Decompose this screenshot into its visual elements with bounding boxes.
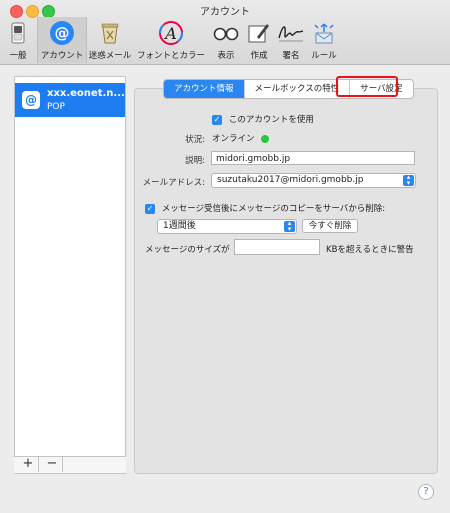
signature-icon bbox=[277, 19, 305, 47]
tab-account-info[interactable]: アカウント情報 bbox=[164, 80, 245, 98]
toolbar-signatures[interactable]: 署名 bbox=[276, 17, 306, 63]
toolbar-fonts-colors[interactable]: A フォントとカラー bbox=[137, 17, 205, 63]
toolbar-fonts-colors-label: フォントとカラー bbox=[137, 51, 206, 61]
toolbar-junk-mail[interactable]: 迷惑メール bbox=[88, 17, 132, 63]
tab-mailbox-behaviors[interactable]: メールボックスの特性 bbox=[245, 80, 351, 98]
compose-icon bbox=[245, 19, 273, 47]
window-title: アカウント bbox=[200, 7, 250, 18]
at-icon: @ bbox=[48, 19, 76, 47]
size-suffix-label: KBを超えるときに警告 bbox=[326, 245, 414, 255]
preferences-window: アカウント 一般 @ アカウント 迷惑メール A フォントとカラー 表示 作成 … bbox=[0, 0, 450, 513]
enable-account-checkbox[interactable]: ✓ bbox=[212, 114, 222, 125]
toolbar-accounts-label: アカウント bbox=[40, 51, 84, 61]
toolbar-composing-label: 作成 bbox=[250, 51, 268, 61]
tab-server-settings[interactable]: サーバ設定 bbox=[350, 80, 412, 98]
message-size-field[interactable] bbox=[234, 239, 320, 255]
email-address-value: suzutaku2017@midori.gmobb.jp bbox=[217, 175, 364, 185]
enable-account-row: ✓ このアカウントを使用 bbox=[212, 113, 314, 125]
account-list-buttons: + − bbox=[14, 456, 126, 473]
svg-text:A: A bbox=[163, 24, 177, 43]
title-bar: アカウント 一般 @ アカウント 迷惑メール A フォントとカラー 表示 作成 … bbox=[0, 0, 450, 65]
remove-account-button[interactable]: − bbox=[42, 457, 63, 472]
account-list-item[interactable]: @ xxx.eonet.n... POP bbox=[15, 83, 125, 117]
settings-tabs: アカウント情報 メールボックスの特性 サーバ設定 bbox=[163, 79, 414, 99]
add-account-button[interactable]: + bbox=[18, 457, 39, 472]
email-address-label: メールアドレス: bbox=[142, 178, 205, 188]
account-name: xxx.eonet.n... bbox=[47, 88, 125, 99]
remove-copy-checkbox[interactable]: ✓ bbox=[145, 203, 155, 214]
toolbar-composing[interactable]: 作成 bbox=[245, 17, 273, 63]
email-address-popup[interactable]: suzutaku2017@midori.gmobb.jp ▴ ▾ bbox=[211, 173, 416, 188]
toolbar-accounts[interactable]: @ アカウント bbox=[37, 17, 87, 63]
remove-copy-row: ✓ メッセージ受信後にメッセージのコピーをサーバから削除: bbox=[145, 202, 385, 214]
status-label: 状況: bbox=[185, 135, 205, 145]
toolbar-general[interactable]: 一般 bbox=[4, 17, 32, 63]
remove-now-button[interactable]: 今すぐ削除 bbox=[302, 219, 358, 233]
chevron-updown-icon: ▴ ▾ bbox=[284, 220, 295, 232]
remove-copy-label: メッセージ受信後にメッセージのコピーをサーバから削除: bbox=[161, 204, 386, 214]
chevron-updown-icon: ▴ ▾ bbox=[403, 174, 414, 186]
toolbar-rules[interactable]: ルール bbox=[309, 17, 339, 63]
enable-account-label: このアカウントを使用 bbox=[228, 115, 314, 125]
toolbar-rules-label: ルール bbox=[311, 51, 337, 61]
description-field[interactable]: midori.gmobb.jp bbox=[211, 151, 415, 165]
status-value: オンライン bbox=[212, 134, 255, 144]
font-color-icon: A bbox=[157, 19, 185, 47]
status-online-icon bbox=[260, 134, 269, 143]
size-prefix-label: メッセージのサイズが bbox=[145, 245, 230, 255]
remove-after-value: 1週間後 bbox=[163, 221, 196, 231]
glasses-icon bbox=[212, 19, 240, 47]
account-type: POP bbox=[47, 102, 65, 112]
toolbar-signatures-label: 署名 bbox=[282, 51, 300, 61]
account-list: @ xxx.eonet.n... POP bbox=[14, 76, 126, 474]
remove-after-popup[interactable]: 1週間後 ▴ ▾ bbox=[157, 219, 297, 234]
rules-icon bbox=[310, 19, 338, 47]
account-at-icon: @ bbox=[22, 91, 40, 109]
toolbar-general-label: 一般 bbox=[9, 51, 27, 61]
status-row: オンライン bbox=[212, 132, 269, 144]
svg-text:@: @ bbox=[55, 24, 70, 42]
description-label: 説明: bbox=[185, 156, 205, 166]
junk-trash-icon bbox=[96, 19, 124, 47]
switch-icon bbox=[4, 19, 32, 47]
account-settings-panel bbox=[134, 88, 438, 474]
toolbar-viewing-label: 表示 bbox=[217, 51, 235, 61]
toolbar-viewing[interactable]: 表示 bbox=[212, 17, 240, 63]
help-button[interactable]: ? bbox=[418, 484, 434, 500]
toolbar-junk-mail-label: 迷惑メール bbox=[88, 51, 132, 61]
